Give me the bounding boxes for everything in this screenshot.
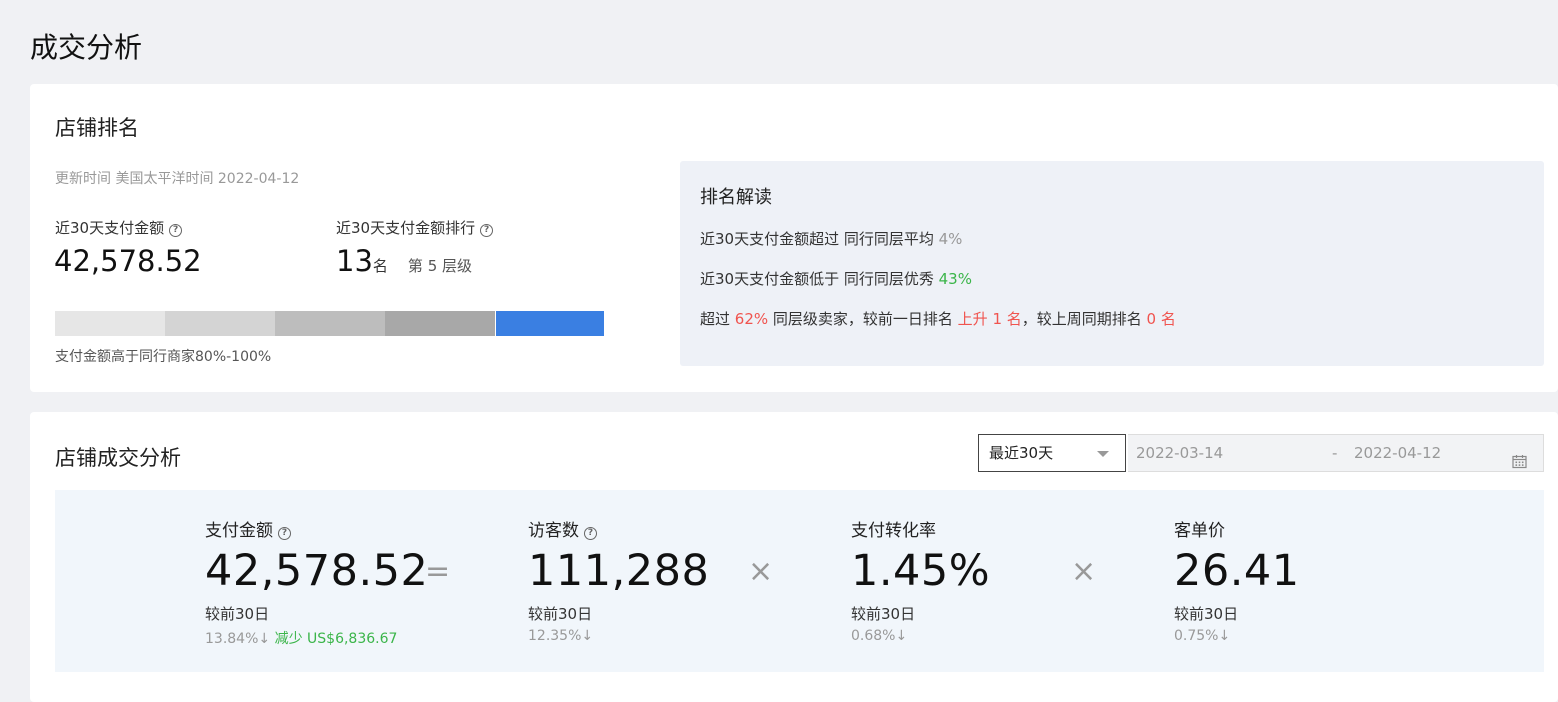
metric-compare: 较前30日	[205, 605, 270, 623]
payment-rank-label: 近30天支付金额排行?	[336, 217, 494, 238]
rank-bar-segment-5-active	[496, 311, 604, 336]
help-icon[interactable]: ?	[278, 527, 291, 540]
transaction-summary: 支付金额? 42,578.52 较前30日 13.84%↓ 减少 US$6,83…	[55, 490, 1544, 672]
chevron-down-icon	[1097, 451, 1109, 457]
store-ranking-card: 店铺排名 更新时间 美国太平洋时间 2022-04-12 近30天支付金额? 4…	[30, 84, 1558, 392]
metric-label: 访客数?	[528, 516, 597, 541]
page-title: 成交分析	[30, 31, 143, 64]
rank-number: 13	[336, 244, 373, 278]
metric-label: 客单价	[1174, 521, 1225, 541]
interpretation-line-3: 超过 62% 同层级卖家，较前一日排名 上升 1 名，较上周同期排名 0 名	[700, 310, 1176, 328]
help-icon[interactable]: ?	[480, 224, 494, 237]
date-start[interactable]: 2022-03-14	[1136, 435, 1223, 471]
metric-value: 42,578.52	[205, 546, 429, 596]
payment-30d-label: 近30天支付金额?	[55, 217, 183, 238]
date-separator: -	[1332, 444, 1338, 462]
metric-change: 12.35%↓	[528, 628, 594, 644]
metric-label: 支付转化率	[851, 521, 936, 541]
rank-tier: 第 5 层级	[407, 257, 473, 275]
metric-value: 111,288	[528, 546, 710, 596]
metric-compare: 较前30日	[1174, 605, 1239, 623]
rank-bar-caption: 支付金额高于同行商家80%-100%	[55, 349, 272, 365]
rank-bar-segment-3	[275, 311, 385, 336]
rank-unit: 名	[372, 257, 388, 275]
rank-bar-segment-1	[55, 311, 165, 336]
metric-compare: 较前30日	[528, 605, 593, 623]
interpretation-line-2: 近30天支付金额低于 同行同层优秀 43%	[700, 270, 972, 288]
equals-operator: =	[425, 554, 451, 589]
date-range-picker[interactable]: 2022-03-14 - 2022-04-12	[1128, 434, 1544, 472]
metric-value: 26.41	[1174, 546, 1300, 596]
metric-label: 支付金额?	[205, 516, 291, 541]
calendar-icon[interactable]	[1512, 446, 1527, 482]
transaction-analysis-title: 店铺成交分析	[55, 446, 181, 470]
help-icon[interactable]: ?	[169, 224, 183, 237]
ranking-interpretation-panel: 排名解读 近30天支付金额超过 同行同层平均 4% 近30天支付金额低于 同行同…	[680, 161, 1544, 366]
store-ranking-title: 店铺排名	[55, 116, 139, 140]
metric-change: 0.75%↓	[1174, 628, 1231, 644]
date-end[interactable]: 2022-04-12	[1354, 435, 1441, 471]
help-icon[interactable]: ?	[584, 527, 597, 540]
multiply-operator: ×	[1071, 554, 1097, 589]
metric-change-amount: 减少 US$6,836.67	[274, 631, 398, 647]
metric-value: 1.45%	[851, 546, 991, 596]
rank-bar-segment-2	[165, 311, 275, 336]
interpretation-title: 排名解读	[700, 187, 772, 208]
metric-change: 13.84%↓ 减少 US$6,836.67	[205, 631, 398, 647]
multiply-operator: ×	[748, 554, 774, 589]
metric-compare: 较前30日	[851, 605, 916, 623]
rank-bar-segment-4	[385, 311, 495, 336]
period-select[interactable]: 最近30天	[978, 434, 1126, 472]
payment-rank-value: 13名 第 5 层级	[336, 244, 472, 278]
interpretation-line-1: 近30天支付金额超过 同行同层平均 4%	[700, 230, 963, 248]
metric-change: 0.68%↓	[851, 628, 908, 644]
store-transaction-card: 店铺成交分析 最近30天 2022-03-14 - 2022-04-12 支付金…	[30, 412, 1558, 702]
payment-30d-value: 42,578.52	[54, 244, 202, 278]
update-time: 更新时间 美国太平洋时间 2022-04-12	[55, 171, 300, 187]
